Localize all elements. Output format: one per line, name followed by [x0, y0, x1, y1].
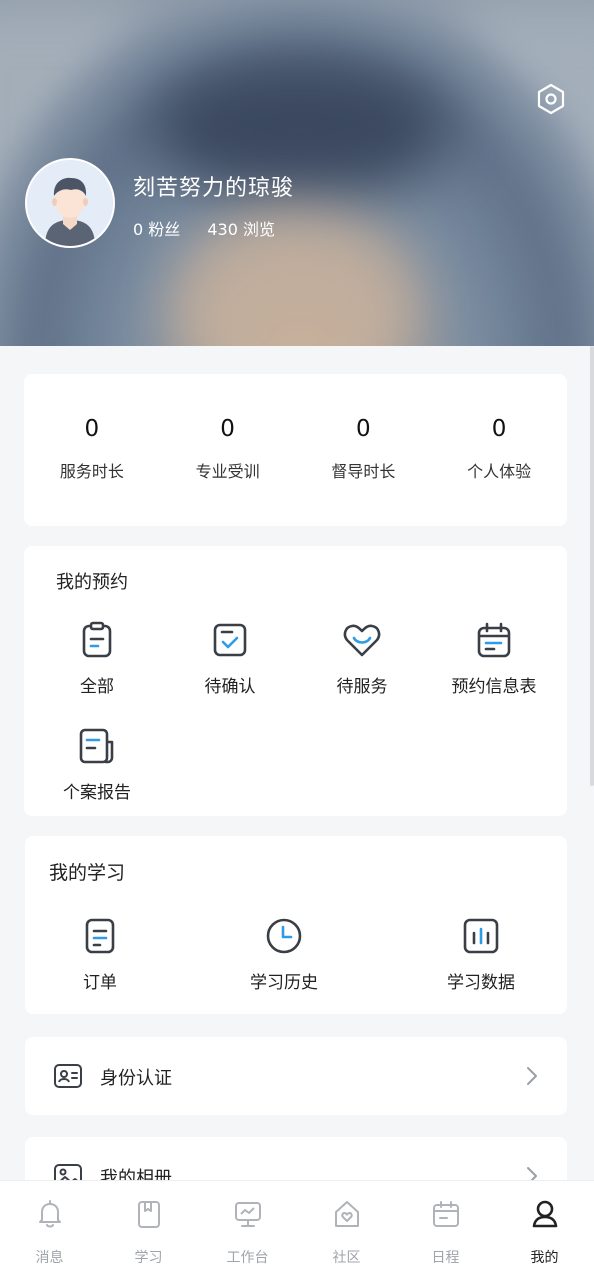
tab-label: 学习: [134, 1250, 163, 1266]
home-heart-icon: [334, 1201, 359, 1227]
appointment-label: 待确认: [204, 677, 256, 697]
tab-label: 工作台: [226, 1250, 269, 1266]
user-icon: [532, 1200, 557, 1228]
stat-value: 0: [491, 416, 507, 442]
calendar-icon: [432, 1201, 459, 1227]
book-icon: [137, 1201, 160, 1228]
stat-supervision[interactable]: 0 督导时长: [296, 374, 432, 526]
bell-icon: [38, 1200, 61, 1228]
learning-title: 我的学习: [49, 862, 126, 884]
chevron-right-icon: [527, 1067, 537, 1085]
tab-label: 消息: [35, 1250, 64, 1266]
learning-label: 学习历史: [250, 973, 318, 993]
report-icon: [79, 728, 114, 764]
appointments-title: 我的预约: [56, 572, 128, 593]
heart-hands-icon: [343, 624, 381, 657]
user-nickname: 刻苦努力的琼骏: [133, 176, 295, 201]
learning-label: 订单: [83, 973, 117, 993]
appointment-label: 全部: [80, 677, 114, 697]
appointment-label: 预约信息表: [451, 677, 537, 697]
tab-me[interactable]: 我的: [495, 1181, 594, 1280]
tab-label: 社区: [332, 1250, 361, 1266]
stats-card: 0 服务时长 0 专业受训 0 督导时长 0 个人体验: [24, 374, 567, 526]
tab-schedule[interactable]: 日程: [396, 1181, 495, 1280]
appointments-card: 我的预约 全部 待确认 待服务 预约信息表 个案报告: [24, 546, 567, 816]
stat-label: 个人体验: [467, 462, 532, 481]
calendar-icon: [477, 622, 511, 658]
appointment-label: 个案报告: [63, 783, 131, 803]
tab-workbench[interactable]: 工作台: [198, 1181, 297, 1280]
bottom-tab-bar: 消息 学习 工作台 社区 日程 我的: [0, 1180, 594, 1280]
row-label: 身份认证: [100, 1068, 172, 1089]
learning-label: 学习数据: [447, 973, 515, 993]
case-report[interactable]: 个案报告: [31, 726, 163, 803]
stat-training[interactable]: 0 专业受训: [160, 374, 296, 526]
stat-personal-experience[interactable]: 0 个人体验: [431, 374, 567, 526]
identity-verification-row[interactable]: 身份认证: [25, 1037, 567, 1115]
appointment-pending-confirm[interactable]: 待确认: [164, 620, 296, 697]
appointment-label: 待服务: [336, 677, 388, 697]
learning-orders[interactable]: 订单: [34, 916, 166, 993]
avatar[interactable]: [25, 158, 115, 248]
settings-button[interactable]: [534, 82, 568, 116]
profile-stats: 0 粉丝 430 浏览: [133, 216, 297, 240]
stat-label: 督导时长: [331, 462, 396, 481]
stat-service-hours[interactable]: 0 服务时长: [24, 374, 160, 526]
stat-value: 0: [356, 416, 371, 442]
default-avatar-icon: [27, 160, 113, 246]
learning-data[interactable]: 学习数据: [415, 916, 547, 993]
followers-count[interactable]: 0 粉丝: [133, 220, 180, 239]
stat-value: 0: [84, 416, 100, 442]
tab-messages[interactable]: 消息: [0, 1181, 99, 1280]
learning-history[interactable]: 学习历史: [218, 916, 350, 993]
appointment-pending-service[interactable]: 待服务: [296, 620, 428, 697]
check-square-icon: [213, 623, 247, 657]
order-icon: [85, 918, 115, 954]
monitor-icon: [234, 1202, 261, 1227]
id-card-icon: [54, 1064, 82, 1088]
views-count: 430 浏览: [207, 220, 276, 239]
tab-community[interactable]: 社区: [297, 1181, 396, 1280]
bar-chart-icon: [463, 918, 499, 954]
learning-card: 我的学习 订单 学习历史 学习数据: [25, 836, 567, 1014]
tab-label: 我的: [530, 1250, 559, 1266]
tab-label: 日程: [431, 1250, 460, 1266]
clock-icon: [266, 918, 302, 954]
stat-value: 0: [220, 416, 235, 442]
appointment-info-sheet[interactable]: 预约信息表: [428, 620, 560, 697]
clipboard-icon: [82, 621, 112, 658]
stat-label: 服务时长: [59, 462, 124, 481]
scrollbar[interactable]: [590, 346, 594, 786]
appointment-all[interactable]: 全部: [31, 620, 163, 697]
settings-hex-icon: [537, 83, 565, 115]
stat-label: 专业受训: [195, 462, 260, 481]
tab-learning[interactable]: 学习: [99, 1181, 198, 1280]
